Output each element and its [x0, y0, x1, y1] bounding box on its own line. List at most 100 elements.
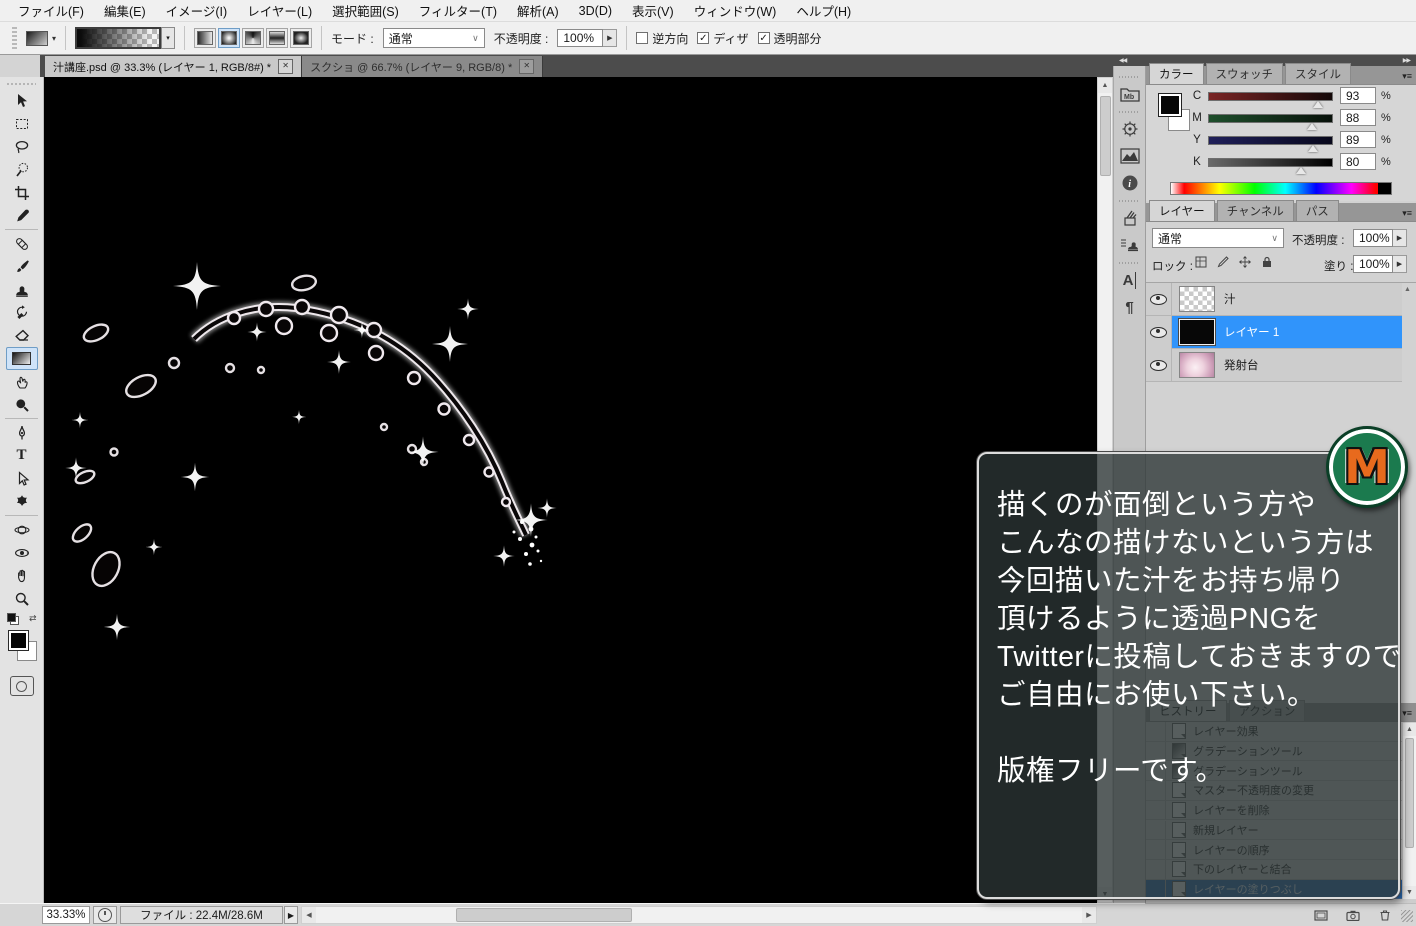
healing-brush-tool[interactable] — [6, 232, 38, 255]
histogram-icon[interactable] — [1117, 144, 1143, 168]
expand-dock-icon[interactable]: ▶▶ — [1403, 57, 1410, 64]
crop-tool[interactable] — [6, 181, 38, 204]
status-menu-arrow[interactable]: ▶ — [284, 906, 298, 924]
history-scrollbar[interactable]: ▲ ▼ — [1402, 722, 1416, 900]
scroll-up-icon[interactable]: ▲ — [1098, 78, 1112, 93]
transparency-checkbox[interactable]: ✓ 透明部分 — [758, 30, 822, 47]
cyan-value-input[interactable]: 93 — [1340, 87, 1376, 104]
tool-preset-picker[interactable]: ▾ — [26, 31, 56, 46]
dock-grip[interactable] — [1119, 109, 1140, 114]
layer-name[interactable]: 汁 — [1224, 291, 1236, 307]
lock-transparency-icon[interactable] — [1194, 255, 1208, 269]
dock-grip[interactable] — [1119, 74, 1140, 79]
close-icon[interactable]: ✕ — [519, 59, 534, 74]
yellow-slider-thumb[interactable] — [1308, 145, 1318, 152]
pen-tool[interactable] — [6, 421, 38, 444]
gradient-picker-arrow[interactable]: ▾ — [161, 27, 175, 49]
cyan-slider[interactable] — [1208, 92, 1333, 101]
layer-row-juice[interactable]: 汁 — [1146, 283, 1402, 316]
vertical-scroll-thumb[interactable] — [1100, 96, 1111, 176]
foreground-color-swatch[interactable] — [1158, 93, 1182, 117]
clone-stamp-tool[interactable] — [6, 278, 38, 301]
tab-styles[interactable]: スタイル — [1285, 63, 1351, 84]
quick-selection-tool[interactable] — [6, 158, 38, 181]
paragraph-panel-icon[interactable]: ¶ — [1117, 295, 1143, 319]
reverse-checkbox[interactable]: 逆方向 — [636, 30, 688, 47]
layer-opacity-input[interactable]: 100% — [1353, 229, 1393, 247]
dither-checkbox[interactable]: ✓ ディザ — [697, 30, 748, 47]
default-colors-icon[interactable] — [7, 613, 18, 624]
layer-row-launchpad[interactable]: 発射台 — [1146, 349, 1402, 382]
blend-mode-select[interactable]: 通常 ∨ — [383, 28, 485, 48]
tab-swatches[interactable]: スウォッチ — [1206, 63, 1284, 84]
eraser-tool[interactable] — [6, 324, 38, 347]
history-scroll-thumb[interactable] — [1405, 738, 1414, 848]
diamond-gradient-button[interactable] — [290, 28, 312, 48]
gradient-editor[interactable]: ▾ — [75, 27, 175, 49]
resize-grip[interactable] — [1401, 910, 1413, 922]
horizontal-scroll-thumb[interactable] — [456, 908, 632, 922]
dock-grip[interactable] — [1119, 198, 1140, 203]
menu-3d[interactable]: 3D(D) — [569, 2, 622, 20]
visibility-toggle[interactable] — [1146, 316, 1172, 349]
tool-presets-icon[interactable] — [1117, 206, 1143, 230]
cyan-slider-thumb[interactable] — [1313, 101, 1323, 108]
zoom-level-input[interactable]: 33.33% — [42, 906, 90, 924]
panel-menu-icon[interactable]: ▾≡ — [1402, 708, 1416, 721]
mini-bridge-icon[interactable]: Mb — [1117, 82, 1143, 106]
angle-gradient-button[interactable] — [242, 28, 264, 48]
lock-position-icon[interactable] — [1238, 255, 1252, 269]
black-value-input[interactable]: 80 — [1340, 153, 1376, 170]
visibility-toggle[interactable] — [1146, 283, 1172, 316]
menu-image[interactable]: イメージ(I) — [156, 0, 238, 22]
black-slider-thumb[interactable] — [1296, 167, 1306, 174]
color-spectrum-ramp[interactable] — [1170, 182, 1392, 195]
black-slider[interactable] — [1208, 158, 1333, 167]
tab-layers[interactable]: レイヤー — [1149, 200, 1215, 221]
hand-tool[interactable] — [6, 564, 38, 587]
magenta-value-input[interactable]: 88 — [1340, 109, 1376, 126]
type-tool[interactable]: T — [6, 444, 38, 467]
3d-orbit-tool[interactable] — [6, 541, 38, 564]
visibility-toggle[interactable] — [1146, 349, 1172, 382]
gradient-preview[interactable] — [75, 27, 161, 49]
info-icon[interactable]: i — [1117, 171, 1143, 195]
scroll-right-icon[interactable]: ▶ — [1082, 907, 1096, 923]
scroll-left-icon[interactable]: ◀ — [302, 907, 316, 923]
menu-edit[interactable]: 編集(E) — [94, 0, 156, 22]
yellow-value-input[interactable]: 89 — [1340, 131, 1376, 148]
layer-name[interactable]: レイヤー 1 — [1224, 324, 1279, 340]
canvas-horizontal-scrollbar[interactable]: ◀ ▶ — [301, 906, 1097, 924]
tab-paths[interactable]: パス — [1296, 200, 1339, 221]
tab-color[interactable]: カラー — [1149, 63, 1204, 84]
menu-window[interactable]: ウィンドウ(W) — [684, 0, 787, 22]
layer-blend-mode-select[interactable]: 通常 ∨ — [1152, 228, 1284, 248]
history-brush-tool[interactable] — [6, 301, 38, 324]
menu-file[interactable]: ファイル(F) — [8, 0, 94, 22]
menu-filter[interactable]: フィルター(T) — [409, 0, 507, 22]
new-snapshot-button[interactable] — [1342, 907, 1364, 923]
brush-tool[interactable] — [6, 255, 38, 278]
file-info-display[interactable]: ファイル : 22.4M/28.6M — [120, 906, 283, 924]
dodge-tool[interactable] — [6, 393, 38, 416]
menu-view[interactable]: 表示(V) — [622, 0, 684, 22]
character-panel-icon[interactable]: A — [1117, 268, 1143, 292]
panel-menu-icon[interactable]: ▾≡ — [1402, 208, 1416, 221]
reflected-gradient-button[interactable] — [266, 28, 288, 48]
timing-button[interactable] — [93, 906, 117, 924]
navigator-icon[interactable] — [1117, 117, 1143, 141]
swap-colors-icon[interactable]: ⇄ — [29, 613, 37, 624]
toolbar-grip[interactable] — [7, 80, 36, 87]
zoom-tool[interactable] — [6, 587, 38, 610]
close-icon[interactable]: ✕ — [278, 59, 293, 74]
move-tool[interactable] — [6, 89, 38, 112]
delete-state-button[interactable] — [1374, 907, 1396, 923]
quick-mask-button[interactable] — [10, 676, 34, 696]
path-selection-tool[interactable] — [6, 467, 38, 490]
eyedropper-tool[interactable] — [6, 204, 38, 227]
lock-pixels-icon[interactable] — [1216, 255, 1230, 269]
layer-name[interactable]: 発射台 — [1224, 357, 1259, 373]
layer-thumbnail[interactable] — [1179, 352, 1215, 378]
menu-select[interactable]: 選択範囲(S) — [322, 0, 409, 22]
panel-menu-icon[interactable]: ▾≡ — [1402, 71, 1416, 84]
